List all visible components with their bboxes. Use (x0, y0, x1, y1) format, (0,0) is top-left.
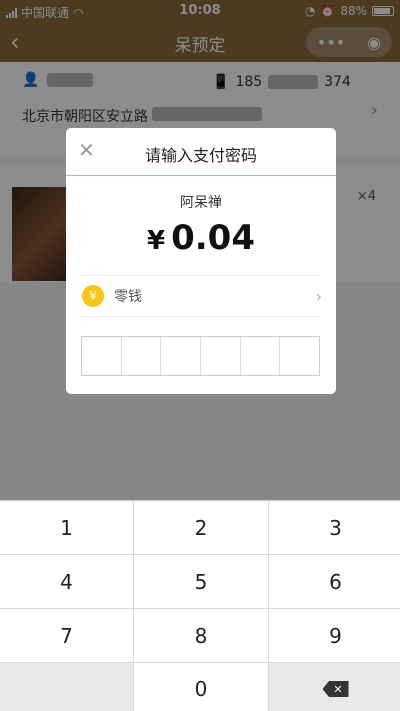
key-9[interactable]: 9 (269, 609, 400, 662)
amount-value: 0.04 (171, 218, 255, 258)
payment-method-row[interactable]: ¥ 零钱 › (80, 275, 322, 317)
backspace-key[interactable]: ✕ (269, 663, 400, 711)
backspace-icon: ✕ (322, 681, 349, 697)
dialog-header: ✕ 请输入支付密码 (66, 128, 336, 176)
coin-icon: ¥ (82, 285, 104, 307)
key-7[interactable]: 7 (0, 609, 133, 662)
payment-method-label: 零钱 (114, 289, 142, 305)
password-digit-cell (82, 337, 122, 375)
key-2[interactable]: 2 (134, 501, 268, 554)
password-digit-cell (241, 337, 281, 375)
key-8[interactable]: 8 (134, 609, 268, 662)
payment-amount: ¥0.04 (66, 218, 336, 258)
key-3[interactable]: 3 (269, 501, 400, 554)
password-input[interactable] (81, 336, 320, 376)
key-5[interactable]: 5 (134, 555, 268, 608)
key-6[interactable]: 6 (269, 555, 400, 608)
dialog-title: 请输入支付密码 (144, 146, 257, 165)
key-4[interactable]: 4 (0, 555, 133, 608)
chevron-right-icon: › (315, 286, 322, 306)
key-0[interactable]: 0 (134, 663, 268, 711)
password-digit-cell (280, 337, 319, 375)
currency-symbol: ¥ (147, 226, 166, 256)
key-blank (0, 663, 133, 711)
numeric-keypad: 1 2 3 4 5 6 7 8 9 0 ✕ (0, 500, 400, 711)
key-1[interactable]: 1 (0, 501, 133, 554)
merchant-name: 阿呆禅 (180, 195, 222, 211)
password-digit-cell (161, 337, 202, 375)
password-digit-cell (201, 337, 241, 375)
password-digit-cell (122, 337, 162, 375)
payment-dialog: ✕ 请输入支付密码 阿呆禅 ¥0.04 ¥ 零钱 › (66, 128, 336, 394)
